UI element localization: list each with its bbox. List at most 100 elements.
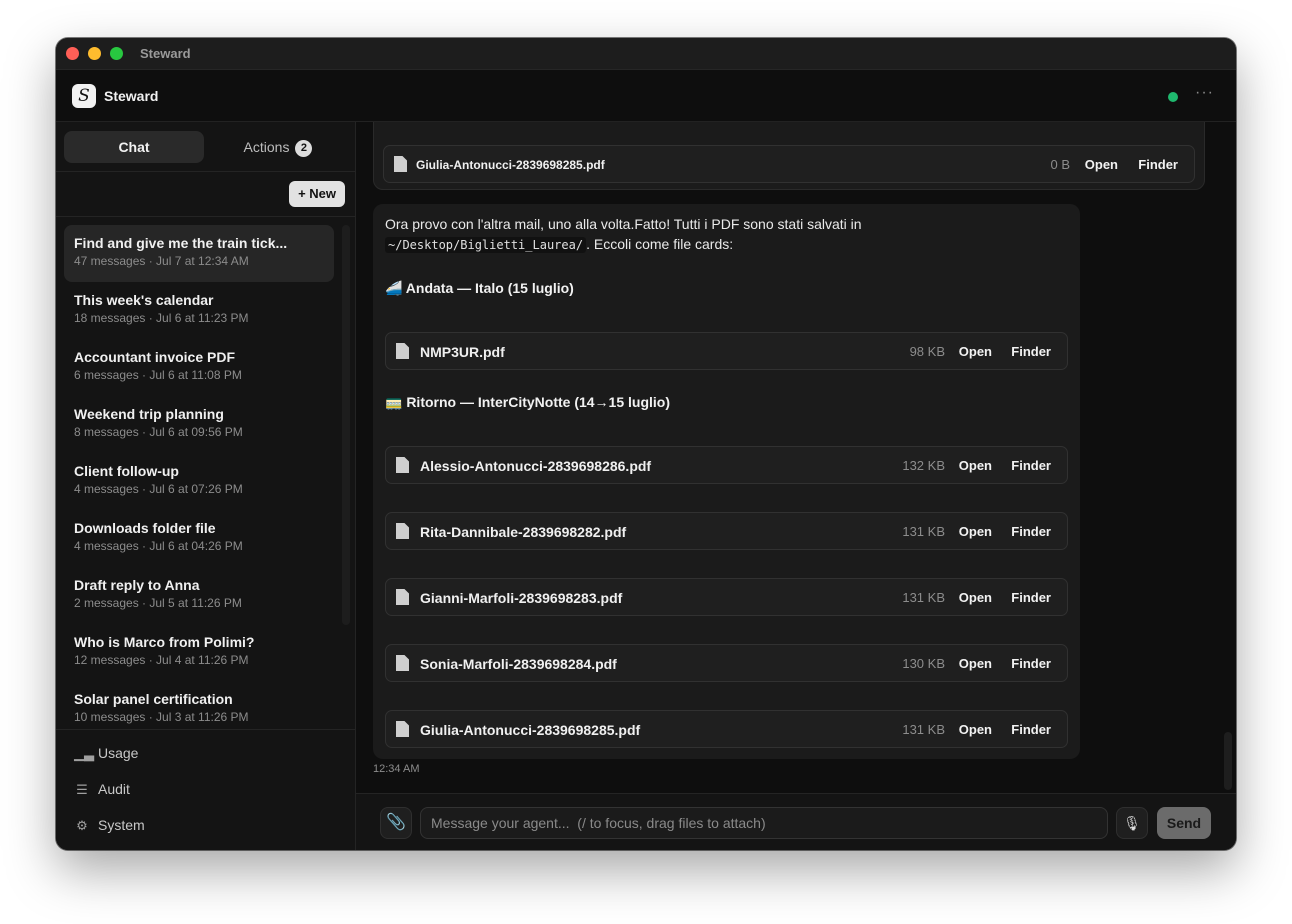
conversation-title: This week's calendar	[74, 292, 214, 308]
file-size: 98 KB	[909, 344, 945, 359]
bar-chart-icon: ▁▃	[74, 746, 94, 761]
file-name: Giulia-Antonucci-2839698285.pdf	[420, 722, 641, 738]
message-text: Ora provo con l'altra mail, uno alla vol…	[385, 214, 1065, 255]
file-card: NMP3UR.pdf 98 KB Open Finder	[385, 332, 1068, 370]
conversation-meta: 8 messages · Jul 6 at 09:56 PM	[74, 425, 243, 439]
file-name: NMP3UR.pdf	[420, 344, 505, 360]
conversation-title: Accountant invoice PDF	[74, 349, 236, 365]
divider	[56, 171, 355, 172]
finder-button[interactable]: Finder	[1011, 590, 1051, 605]
file-size: 131 KB	[902, 524, 945, 539]
previous-message-card: Giulia-Antonucci-2839698285.pdf 0 B Open…	[373, 122, 1205, 190]
conversation-title: Weekend trip planning	[74, 406, 224, 422]
conversation-item[interactable]: Accountant invoice PDF 6 messages · Jul …	[64, 339, 334, 396]
message-timestamp: 12:34 AM	[373, 763, 420, 775]
message-input[interactable]	[420, 807, 1108, 839]
open-button[interactable]: Open	[959, 524, 992, 539]
conversation-meta: 6 messages · Jul 6 at 11:08 PM	[74, 368, 242, 382]
divider	[56, 729, 355, 730]
conversation-title: Downloads folder file	[74, 520, 216, 536]
open-button[interactable]: Open	[959, 656, 992, 671]
finder-button[interactable]: Finder	[1011, 458, 1051, 473]
conversation-item[interactable]: Draft reply to Anna 2 messages · Jul 5 a…	[64, 567, 334, 624]
zoom-window-button[interactable]	[110, 47, 123, 60]
new-conversation-button[interactable]: + New	[289, 181, 345, 207]
file-card: Rita-Dannibale-2839698282.pdf 131 KB Ope…	[385, 512, 1068, 550]
file-name: Sonia-Marfoli-2839698284.pdf	[420, 656, 617, 672]
message-intro: Ora provo con l'altra mail, uno alla vol…	[385, 216, 862, 232]
file-size: 0 B	[1050, 157, 1070, 172]
nav-usage[interactable]: ▁▃ Usage	[74, 745, 138, 765]
app-window: Steward S Steward ··· Chat Actions 2 + Ne…	[56, 38, 1236, 850]
paperclip-icon: 📎	[386, 814, 406, 831]
attach-button[interactable]: 📎	[380, 807, 412, 839]
send-button[interactable]: Send	[1157, 807, 1211, 839]
nav-system[interactable]: ⚙ System	[74, 817, 145, 837]
microphone-button[interactable]: 🎙	[1116, 807, 1148, 839]
checklist-icon: ☰	[76, 782, 88, 797]
conversation-title: Draft reply to Anna	[74, 577, 200, 593]
open-button[interactable]: Open	[959, 344, 992, 359]
chat-area: Giulia-Antonucci-2839698285.pdf 0 B Open…	[356, 122, 1236, 793]
conversation-item[interactable]: Find and give me the train tick... 47 me…	[64, 225, 334, 282]
conversation-item[interactable]: This week's calendar 18 messages · Jul 6…	[64, 282, 334, 339]
actions-count-badge: 2	[295, 140, 313, 157]
conversation-item[interactable]: Client follow-up 4 messages · Jul 6 at 0…	[64, 453, 334, 510]
finder-button[interactable]: Finder	[1011, 722, 1051, 737]
close-window-button[interactable]	[66, 47, 79, 60]
file-card: Alessio-Antonucci-2839698286.pdf 132 KB …	[385, 446, 1068, 484]
section-heading-outbound: 🚄 Andata — Italo (15 luglio)	[385, 280, 574, 296]
sidebar-tabs: Chat Actions 2	[64, 131, 348, 163]
conversation-title: Who is Marco from Polimi?	[74, 634, 255, 650]
conversation-list: Find and give me the train tick... 47 me…	[64, 225, 334, 727]
section-heading-return: 🚃 Ritorno — InterCityNotte (14→15 luglio…	[385, 394, 670, 410]
window-title: Steward	[140, 46, 191, 61]
nav-system-label: System	[98, 817, 145, 833]
conversation-item[interactable]: Downloads folder file 4 messages · Jul 6…	[64, 510, 334, 567]
file-name: Gianni-Marfoli-2839698283.pdf	[420, 590, 623, 606]
file-icon	[396, 655, 409, 671]
finder-button[interactable]: Finder	[1011, 524, 1051, 539]
app-name: Steward	[104, 88, 159, 104]
conversation-meta: 18 messages · Jul 6 at 11:23 PM	[74, 311, 249, 325]
file-name: Rita-Dannibale-2839698282.pdf	[420, 524, 627, 540]
conversation-meta: 4 messages · Jul 6 at 07:26 PM	[74, 482, 243, 496]
conversation-meta: 10 messages · Jul 3 at 11:26 PM	[74, 710, 249, 724]
nav-audit[interactable]: ☰ Audit	[74, 781, 130, 801]
file-card: Sonia-Marfoli-2839698284.pdf 130 KB Open…	[385, 644, 1068, 682]
divider	[56, 216, 355, 217]
status-indicator	[1168, 92, 1178, 102]
conversation-title: Find and give me the train tick...	[74, 235, 288, 251]
file-icon	[396, 343, 409, 359]
title-bar: Steward	[56, 38, 1236, 70]
conversation-item[interactable]: Solar panel certification 10 messages · …	[64, 681, 334, 727]
file-icon	[396, 457, 409, 473]
finder-button[interactable]: Finder	[1011, 656, 1051, 671]
nav-usage-label: Usage	[98, 745, 139, 761]
open-button[interactable]: Open	[959, 458, 992, 473]
tab-actions[interactable]: Actions 2	[208, 131, 348, 163]
conversation-title: Solar panel certification	[74, 691, 233, 707]
more-options-icon[interactable]: ···	[1195, 84, 1214, 102]
finder-button[interactable]: Finder	[1138, 157, 1178, 172]
file-card: Giulia-Antonucci-2839698285.pdf 131 KB O…	[385, 710, 1068, 748]
chat-scrollbar[interactable]	[1224, 732, 1232, 790]
file-card: Giulia-Antonucci-2839698285.pdf 0 B Open…	[383, 145, 1195, 183]
open-button[interactable]: Open	[959, 590, 992, 605]
finder-button[interactable]: Finder	[1011, 344, 1051, 359]
nav-audit-label: Audit	[98, 781, 130, 797]
assistant-message: Ora provo con l'altra mail, uno alla vol…	[373, 204, 1080, 759]
file-icon	[394, 156, 407, 172]
conversation-item[interactable]: Weekend trip planning 8 messages · Jul 6…	[64, 396, 334, 453]
conversation-meta: 4 messages · Jul 6 at 04:26 PM	[74, 539, 243, 553]
open-button[interactable]: Open	[959, 722, 992, 737]
open-button[interactable]: Open	[1085, 157, 1118, 172]
sidebar-scrollbar[interactable]	[342, 225, 350, 625]
conversation-title: Client follow-up	[74, 463, 179, 479]
file-name: Giulia-Antonucci-2839698285.pdf	[416, 158, 605, 172]
message-intro-end: . Eccoli come file cards:	[586, 236, 734, 252]
conversation-item[interactable]: Who is Marco from Polimi? 12 messages · …	[64, 624, 334, 681]
steward-logo-icon: S	[72, 84, 96, 108]
minimize-window-button[interactable]	[88, 47, 101, 60]
tab-chat[interactable]: Chat	[64, 131, 204, 163]
